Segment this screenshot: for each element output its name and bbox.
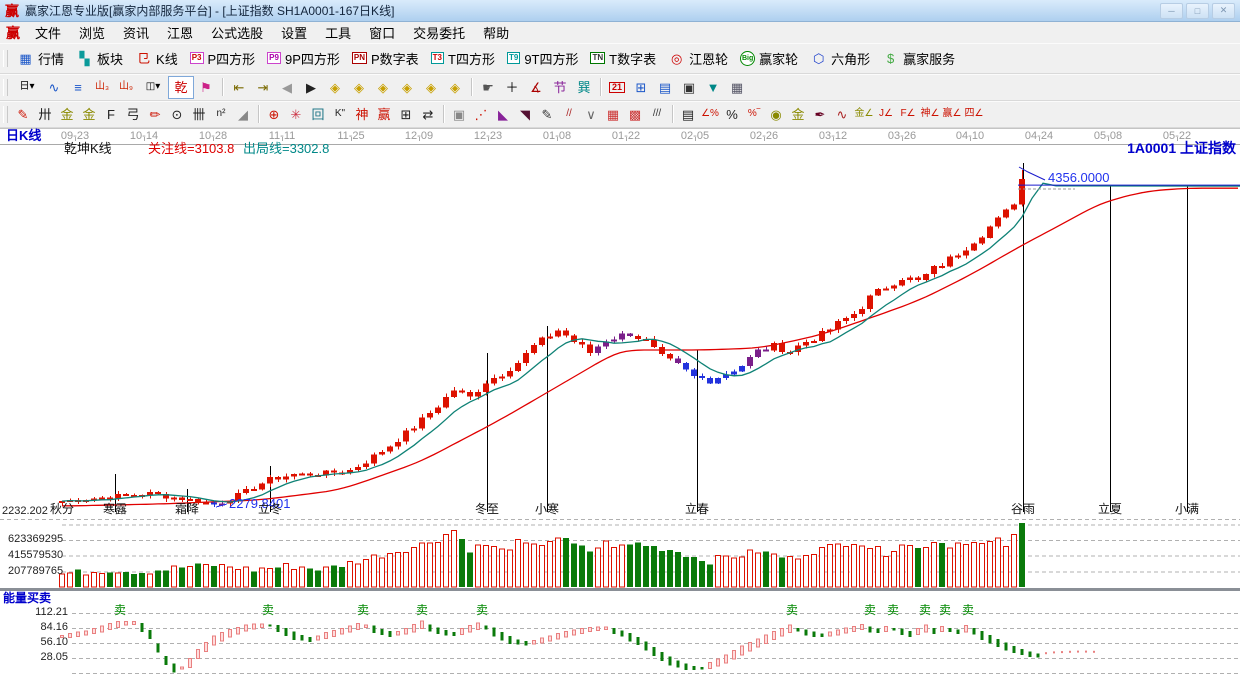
sell-signal-label: 卖 [416,604,428,618]
solar-term-label: 小寒 [533,503,561,517]
solar-term-label: 立冬 [256,503,284,517]
solar-term-label: 秋分 [48,503,76,517]
symbol-label: 1A0001 上证指数 [1127,140,1236,156]
solar-term-label: 霜降 [173,503,201,517]
oscillator-axis-label: 112.21 [16,606,68,619]
volume-axis-label: 415579530 [8,549,63,562]
sell-signal-label: 卖 [939,604,951,618]
oscillator-axis-label: 84.16 [16,621,68,634]
volume-axis-label: 207789765 [8,565,63,578]
solar-term-label: 立春 [683,503,711,517]
sell-signal-label: 卖 [262,604,274,618]
exit-line-label: 出局线=3302.8 [243,142,329,157]
oscillator-axis-label: 28.05 [16,651,68,664]
solar-term-label: 冬至 [473,503,501,517]
sell-signal-label: 卖 [357,604,369,618]
oscillator-name-label: 能量买卖 [3,592,51,606]
solar-term-label: 寒露 [101,503,129,517]
peak-price-label: 4356.0000 [1048,171,1109,186]
oscillator-axis-label: 56.10 [16,636,68,649]
watch-line-label: 关注线=3103.8 [148,142,234,157]
sell-signal-label: 卖 [114,604,126,618]
sell-signal-label: 卖 [887,604,899,618]
sell-signal-label: 卖 [962,604,974,618]
sell-signal-label: 卖 [919,604,931,618]
price-bottom-label: 2232.202 [2,505,48,518]
sell-signal-label: 卖 [476,604,488,618]
period-label[interactable]: 日K线 [6,129,41,144]
app-window: 赢 赢家江恩专业版[赢家内部服务平台] - [上证指数 SH1A0001-167… [0,0,1240,680]
chart-canvas[interactable] [0,0,1240,680]
sell-signal-label: 卖 [864,604,876,618]
solar-term-label: 小满 [1173,503,1201,517]
kline-name-label: 乾坤K线 [64,142,112,157]
sell-signal-label: 卖 [786,604,798,618]
volume-axis-label: 623369295 [8,533,63,546]
solar-term-label: 立夏 [1096,503,1124,517]
solar-term-label: 谷雨 [1009,503,1037,517]
